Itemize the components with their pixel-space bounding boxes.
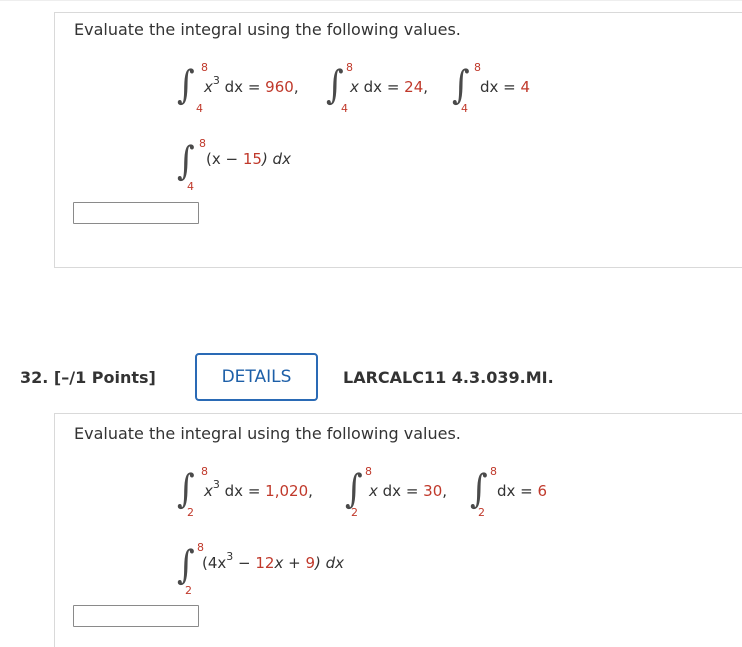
given-integral-3: ∫ 8 4 dx = 4 bbox=[452, 60, 552, 116]
integrand: x3 dx = 960, bbox=[204, 74, 299, 96]
upper-limit: 8 bbox=[199, 137, 206, 150]
answer-input-31[interactable] bbox=[73, 202, 199, 224]
lower-limit: 4 bbox=[196, 102, 203, 115]
integral-sign: ∫ bbox=[345, 466, 363, 513]
lower-limit: 2 bbox=[478, 506, 485, 519]
given-integral-2: ∫ 8 2 x dx = 30, bbox=[345, 464, 465, 520]
integrand: dx = 6 bbox=[497, 482, 548, 500]
lower-limit: 4 bbox=[187, 180, 194, 193]
target-integral: ∫ 8 2 (4x3 − 12x + 9) dx bbox=[177, 540, 397, 596]
upper-limit: 8 bbox=[201, 465, 208, 478]
integrand: (x − 15) dx bbox=[206, 150, 291, 168]
integral-sign: ∫ bbox=[177, 466, 195, 513]
given-value: 6 bbox=[537, 482, 548, 500]
question-31-prompt: Evaluate the integral using the followin… bbox=[74, 20, 461, 39]
lower-limit: 2 bbox=[187, 506, 194, 519]
integrand: x3 dx = 1,020, bbox=[204, 478, 313, 500]
given-integral-1: ∫ 8 4 x3 dx = 960, bbox=[177, 60, 327, 116]
target-integral: ∫ 8 4 (x − 15) dx bbox=[177, 136, 337, 192]
upper-limit: 8 bbox=[197, 541, 204, 554]
upper-limit: 8 bbox=[201, 61, 208, 74]
given-value: 30 bbox=[423, 482, 443, 500]
problem-code: LARCALC11 4.3.039.MI. bbox=[343, 368, 554, 387]
given-integral-3: ∫ 8 2 dx = 6 bbox=[470, 464, 570, 520]
given-value: 24 bbox=[404, 78, 424, 96]
answer-input-32[interactable] bbox=[73, 605, 199, 627]
integral-sign: ∫ bbox=[177, 138, 195, 185]
upper-limit: 8 bbox=[490, 465, 497, 478]
integrand: x dx = 30, bbox=[369, 482, 448, 500]
integral-sign: ∫ bbox=[326, 62, 344, 109]
integral-sign: ∫ bbox=[452, 62, 470, 109]
top-divider bbox=[0, 0, 742, 1]
integrand: dx = 4 bbox=[480, 78, 531, 96]
given-integral-2: ∫ 8 4 x dx = 24, bbox=[326, 60, 446, 116]
lower-limit: 4 bbox=[461, 102, 468, 115]
details-button[interactable]: DETAILS bbox=[195, 353, 318, 401]
integral-sign: ∫ bbox=[177, 542, 195, 589]
points-label: [–/1 Points] bbox=[53, 368, 156, 387]
upper-limit: 8 bbox=[474, 61, 481, 74]
given-value: 1,020 bbox=[265, 482, 309, 500]
lower-limit: 2 bbox=[185, 584, 192, 597]
integral-sign: ∫ bbox=[470, 466, 488, 513]
upper-limit: 8 bbox=[365, 465, 372, 478]
integral-sign: ∫ bbox=[177, 62, 195, 109]
upper-limit: 8 bbox=[346, 61, 353, 74]
lower-limit: 4 bbox=[341, 102, 348, 115]
integrand: (4x3 − 12x + 9) dx bbox=[202, 550, 345, 572]
question-number: 32. [–/1 Points] bbox=[20, 368, 156, 387]
given-integral-1: ∫ 8 2 x3 dx = 1,020, bbox=[177, 464, 347, 520]
question-31-panel bbox=[54, 12, 742, 268]
given-value: 960 bbox=[265, 78, 294, 96]
given-value: 4 bbox=[520, 78, 531, 96]
question-32-prompt: Evaluate the integral using the followin… bbox=[74, 424, 461, 443]
lower-limit: 2 bbox=[351, 506, 358, 519]
integrand: x dx = 24, bbox=[350, 78, 429, 96]
